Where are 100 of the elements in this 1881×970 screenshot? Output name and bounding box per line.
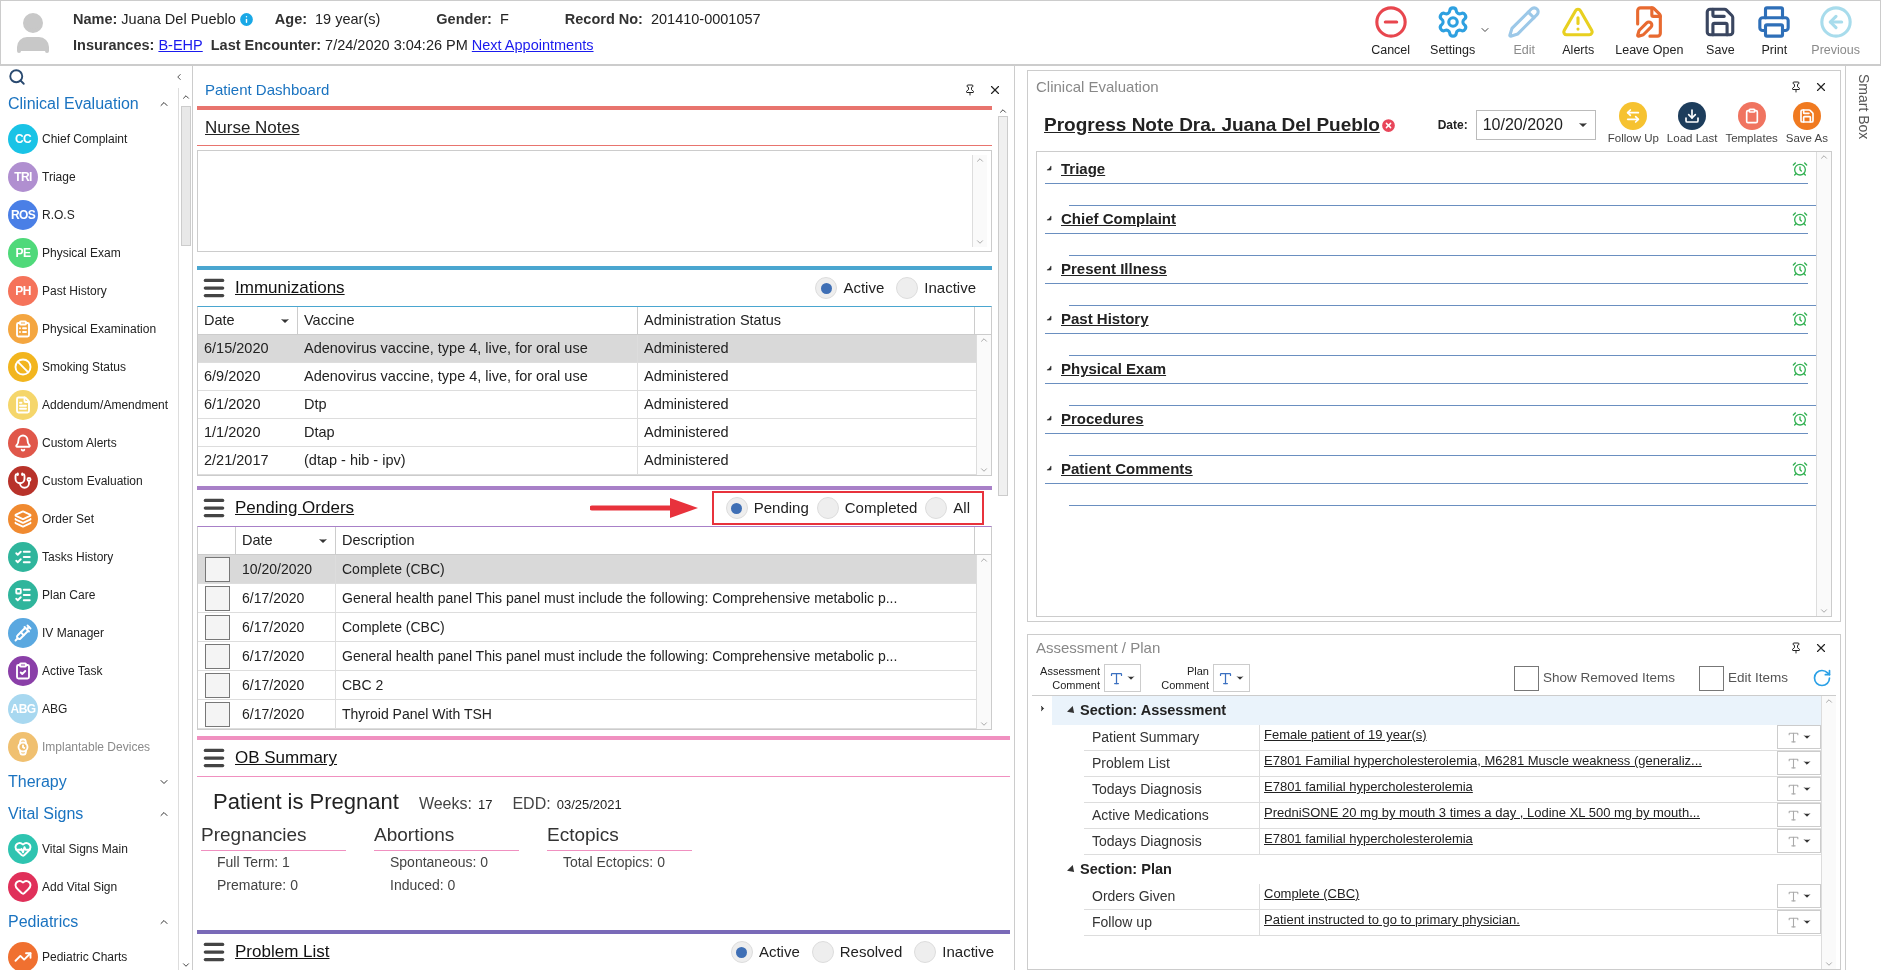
alarm-clock-icon[interactable] (1792, 361, 1808, 378)
sidebar-item[interactable]: Smoking Status (8, 348, 178, 386)
close-icon[interactable] (1814, 641, 1828, 655)
sidebar-item[interactable]: Active Task (8, 652, 178, 690)
sidebar-item[interactable]: Order Set (8, 500, 178, 538)
value-link[interactable]: E7801 Familial hypercholesterolemia, M6281 Muscle weakness (generaliz... (1260, 751, 1777, 776)
section-title[interactable]: OB Summary (235, 745, 338, 771)
remove-icon[interactable] (1379, 116, 1397, 134)
checkbox[interactable] (204, 643, 230, 669)
toolbar-button[interactable]: Save (1699, 5, 1742, 60)
sidebar-item[interactable]: TRI Triage (8, 158, 178, 196)
value-link[interactable]: E7801 familial hypercholesterolemia (1260, 829, 1777, 854)
comment-dropdown[interactable] (1104, 664, 1141, 692)
value-link[interactable]: Complete (CBC) (1260, 884, 1777, 909)
section-title[interactable]: Pending Orders (235, 495, 355, 521)
pin-icon[interactable] (964, 84, 976, 96)
pin-icon[interactable] (1790, 642, 1802, 654)
value-link[interactable]: E7801 familial hypercholesterolemia (1260, 777, 1777, 802)
table-row[interactable]: 6/17/2020 General health panel This panel must include the following: Comprehensive metabolic p... (198, 584, 976, 613)
section-title[interactable]: Immunizations (235, 275, 345, 301)
sidebar-item[interactable]: Add Vital Sign (8, 868, 178, 906)
insurance-link[interactable]: B-EHP (158, 34, 203, 57)
toolbar-button[interactable]: Settings (1426, 5, 1480, 60)
section-title[interactable]: Patient Comments (1061, 456, 1792, 483)
sidebar-item[interactable]: CC Chief Complaint (8, 120, 178, 158)
alarm-clock-icon[interactable] (1792, 161, 1808, 178)
section-row[interactable]: Section: Assessment (1052, 696, 1821, 725)
checkbox[interactable] (1698, 665, 1724, 691)
radio-button[interactable]: Inactive (914, 940, 994, 964)
column-header[interactable]: Administration Status (638, 307, 975, 334)
table-row[interactable]: 6/17/2020 Thyroid Panel With TSH (198, 700, 976, 729)
section-title[interactable]: Past History (1061, 306, 1792, 333)
sidebar-item[interactable]: PE Physical Exam (8, 234, 178, 272)
sidebar-item[interactable]: Plan Care (8, 576, 178, 614)
toolbar-button[interactable]: Leave Open (1611, 5, 1688, 60)
sidebar-item[interactable]: Vital Signs Main (8, 830, 178, 868)
sidebar-item[interactable]: Custom Evaluation (8, 462, 178, 500)
table-row[interactable]: 6/9/2020 Adenovirus vaccine, type 4, live, for oral use Administered (198, 363, 976, 391)
radio-button[interactable]: Pending (725, 496, 809, 520)
scroll-up-icon[interactable] (998, 106, 1008, 116)
table-row[interactable]: 6/1/2020 Dtp Administered (198, 391, 976, 419)
alarm-clock-icon[interactable] (1792, 461, 1808, 478)
checkbox[interactable] (204, 672, 230, 698)
radio-button[interactable]: Inactive (896, 276, 976, 300)
appointments-link[interactable]: Next Appointments (471, 34, 594, 57)
section-title[interactable]: Nurse Notes (205, 114, 300, 141)
table-row[interactable]: 2/21/2017 (dtap - hib - ipv) Administered (198, 447, 976, 475)
value-link[interactable]: PredniSONE 20 mg by mouth 3 times a day , Lodine XL 500 mg by mouth... (1260, 803, 1777, 828)
checkbox[interactable] (204, 701, 230, 727)
radio-button[interactable]: Active (815, 276, 885, 300)
sidebar-item[interactable]: ROS R.O.S (8, 196, 178, 234)
sidebar-item[interactable]: Tasks History (8, 538, 178, 576)
column-header[interactable]: Date (198, 307, 298, 334)
alarm-clock-icon[interactable] (1792, 411, 1808, 428)
checkbox[interactable] (204, 585, 230, 611)
toolbar-button[interactable]: Cancel (1367, 5, 1415, 60)
close-icon[interactable] (988, 83, 1002, 97)
action-button[interactable]: Save As (1781, 102, 1832, 148)
table-row[interactable]: 6/17/2020 CBC 2 (198, 671, 976, 700)
section-title[interactable]: Triage (1061, 156, 1792, 183)
sidebar-item[interactable]: PH Past History (8, 272, 178, 310)
scroll-down-icon[interactable] (180, 960, 191, 970)
alarm-clock-icon[interactable] (1792, 261, 1808, 278)
value-link[interactable]: Female patient of 19 year(s) (1260, 725, 1777, 750)
radio-button[interactable]: All (925, 496, 970, 520)
radio-button[interactable]: Resolved (811, 940, 903, 964)
value-link[interactable]: Patient instructed to go to primary physician. (1260, 910, 1777, 935)
action-button[interactable]: Load Last (1662, 102, 1722, 148)
column-header[interactable]: Vaccine (298, 307, 638, 334)
action-button[interactable]: Follow Up (1603, 102, 1663, 148)
alarm-clock-icon[interactable] (1792, 211, 1808, 228)
group-header[interactable]: Vital Signs (8, 798, 178, 830)
sidebar-item[interactable]: ABG ABG (8, 690, 178, 728)
search-icon[interactable] (8, 68, 26, 86)
sidebar-item[interactable]: Custom Alerts (8, 424, 178, 462)
alarm-clock-icon[interactable] (1792, 311, 1808, 328)
info-icon[interactable] (237, 11, 255, 29)
section-title[interactable]: Chief Complaint (1061, 206, 1792, 233)
table-row[interactable]: 6/15/2020 Adenovirus vaccine, type 4, live, for oral use Administered (198, 335, 976, 363)
table-row[interactable]: 10/20/2020 Complete (CBC) (198, 555, 976, 584)
pin-icon[interactable] (1790, 81, 1802, 93)
column-header[interactable]: Description (336, 527, 975, 554)
action-button[interactable]: Templates (1721, 102, 1782, 148)
scrollbar-thumb[interactable] (180, 106, 191, 246)
section-row[interactable]: Section: Plan (1052, 855, 1821, 884)
group-header[interactable]: Pediatrics (8, 906, 178, 938)
checkbox[interactable] (1513, 665, 1539, 691)
sidebar-item[interactable]: Pediatric Charts (8, 938, 178, 970)
sidebar-item[interactable]: Physical Examination (8, 310, 178, 348)
section-title[interactable]: Procedures (1061, 406, 1792, 433)
refresh-icon[interactable] (1812, 668, 1832, 688)
table-row[interactable]: 6/17/2020 Complete (CBC) (198, 613, 976, 642)
checkbox[interactable] (204, 614, 230, 640)
table-row[interactable]: 1/1/2020 Dtap Administered (198, 419, 976, 447)
toolbar-button[interactable]: Alerts (1557, 5, 1600, 60)
date-field[interactable]: 10/20/2020 (1475, 110, 1596, 140)
toolbar-button[interactable]: Print (1753, 5, 1796, 60)
table-row[interactable]: 6/17/2020 General health panel This panel must include the following: Comprehensive metabolic p... (198, 642, 976, 671)
sidebar-item[interactable]: Addendum/Amendment (8, 386, 178, 424)
checkbox[interactable] (204, 556, 230, 582)
